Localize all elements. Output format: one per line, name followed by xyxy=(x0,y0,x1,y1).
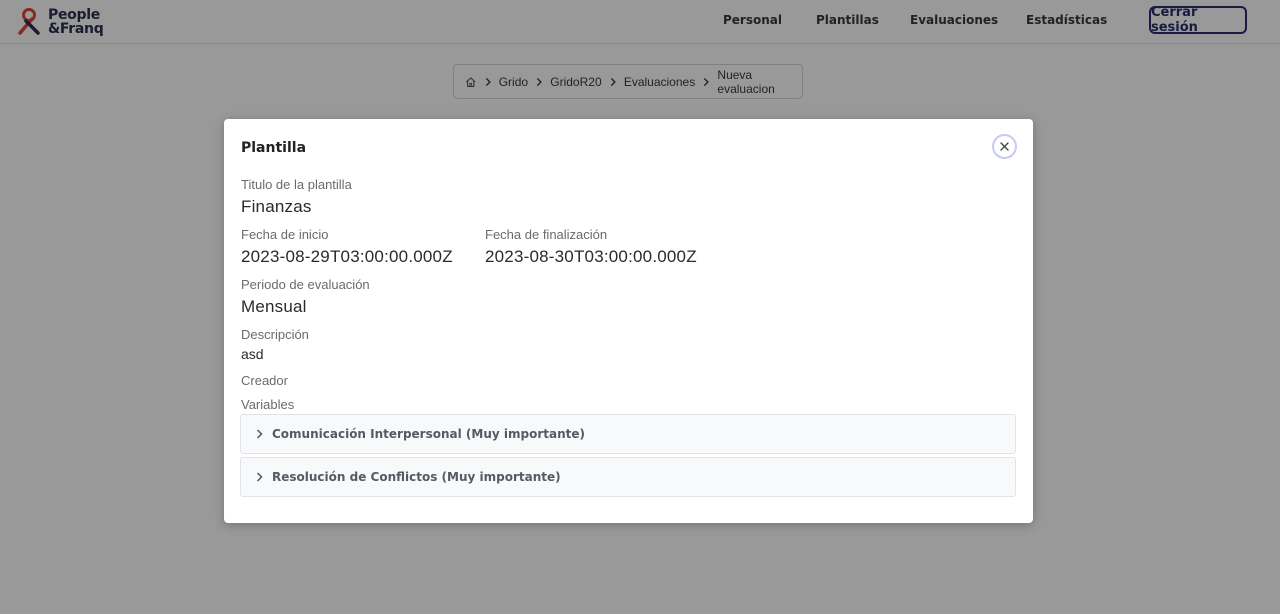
chevron-right-icon xyxy=(256,429,263,439)
variable-accordion-item[interactable]: Comunicación Interpersonal (Muy importan… xyxy=(240,414,1016,454)
page: People &Franq Personal Plantillas Evalua… xyxy=(0,0,1280,614)
descripcion-label: Descripción xyxy=(241,327,309,342)
variable-label: Resolución de Conflictos (Muy importante… xyxy=(272,470,561,484)
titulo-value: Finanzas xyxy=(241,197,312,216)
modal-title: Plantilla xyxy=(241,140,307,156)
close-button[interactable] xyxy=(992,134,1017,159)
variable-accordion-item[interactable]: Resolución de Conflictos (Muy importante… xyxy=(240,457,1016,497)
creador-label: Creador xyxy=(241,373,288,388)
fecha-inicio-value: 2023-08-29T03:00:00.000Z xyxy=(241,247,453,266)
close-icon xyxy=(1000,142,1009,151)
titulo-label: Titulo de la plantilla xyxy=(241,177,352,192)
periodo-label: Periodo de evaluación xyxy=(241,277,370,292)
chevron-right-icon xyxy=(256,472,263,482)
fecha-fin-value: 2023-08-30T03:00:00.000Z xyxy=(485,247,697,266)
variables-label: Variables xyxy=(241,397,295,412)
periodo-value: Mensual xyxy=(241,297,307,316)
fecha-fin-label: Fecha de finalización xyxy=(485,227,608,242)
descripcion-value: asd xyxy=(241,346,264,362)
plantilla-modal: Plantilla Titulo de la plantilla Finanza… xyxy=(224,119,1033,523)
fecha-inicio-label: Fecha de inicio xyxy=(241,227,329,242)
variable-label: Comunicación Interpersonal (Muy importan… xyxy=(272,427,585,441)
